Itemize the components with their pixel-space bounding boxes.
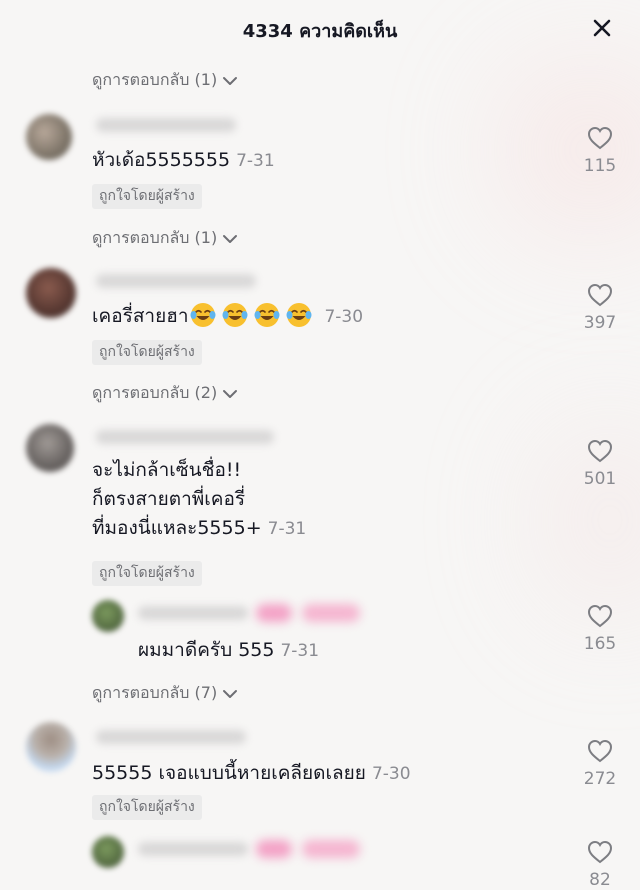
liked-by-creator-badge: ถูกใจโดยผู้สร้าง [92, 561, 202, 586]
username-blurred [96, 730, 246, 744]
comment-line: ที่มองนี่แหละ5555+ [92, 517, 262, 539]
like-count: 165 [583, 634, 617, 654]
comments-header: 4334 ความคิดเห็น [0, 0, 640, 56]
comment-line: จะไม่กล้าเซ็นชื่อ!! [92, 459, 242, 481]
view-replies-label: ดูการตอบกลับ (2) [92, 383, 218, 402]
view-replies-link[interactable]: ดูการตอบกลับ (1) [92, 226, 239, 251]
like-count: 501 [583, 469, 617, 489]
comment-text: เคอรี่สายฮา 7-30 [92, 302, 363, 332]
view-replies-label: ดูการตอบกลับ (7) [92, 683, 218, 702]
blurred-badge [256, 604, 292, 622]
view-replies-link[interactable]: ดูการตอบกลับ (7) [92, 681, 239, 706]
username-blurred [138, 842, 248, 856]
close-button[interactable] [590, 16, 614, 40]
avatar[interactable] [26, 114, 72, 160]
chevron-down-icon [223, 234, 238, 243]
comment-body: เคอรี่สายฮา [92, 305, 189, 327]
like-button[interactable]: 272 [578, 739, 622, 789]
like-button[interactable]: 501 [578, 439, 622, 489]
comments-count-title: 4334 ความคิดเห็น [242, 21, 398, 42]
comment-date: 7-31 [267, 519, 307, 539]
like-button[interactable]: 165 [578, 604, 622, 654]
like-button[interactable]: 82 [578, 840, 622, 890]
comment-date: 7-31 [236, 151, 275, 171]
avatar[interactable] [26, 268, 76, 318]
comment-body: หัวเด้อ5555555 [92, 149, 231, 171]
comment-date: 7-31 [280, 641, 320, 661]
blurred-badge [302, 840, 360, 858]
like-button[interactable]: 397 [578, 283, 622, 333]
face-with-tears-of-joy-emoji [190, 303, 216, 327]
chevron-down-icon [223, 389, 238, 398]
blurred-badge [256, 840, 292, 858]
heart-outline-icon [587, 604, 613, 628]
chevron-down-icon [223, 76, 238, 85]
comment-text: จะไม่กล้าเซ็นชื่อ!! ก็ตรงสายตาพี่เคอรี่ … [92, 456, 306, 544]
username-blurred [96, 274, 256, 288]
liked-by-creator-badge: ถูกใจโดยผู้สร้าง [92, 795, 202, 820]
comment-body: ผมมาดีครับ 555 [138, 639, 275, 661]
reply-text: ผมมาดีครับ 555 7-31 [138, 636, 319, 666]
chevron-down-icon [223, 689, 238, 698]
like-count: 272 [583, 769, 617, 789]
liked-by-creator-badge: ถูกใจโดยผู้สร้าง [92, 340, 202, 365]
heart-outline-icon [587, 739, 613, 763]
like-count: 115 [583, 156, 617, 176]
close-icon [593, 19, 611, 37]
face-with-tears-of-joy-emoji [286, 303, 312, 327]
heart-outline-icon [587, 126, 613, 150]
liked-by-creator-badge: ถูกใจโดยผู้สร้าง [92, 184, 202, 209]
view-replies-label: ดูการตอบกลับ (1) [92, 228, 218, 247]
username-blurred [96, 430, 274, 444]
heart-outline-icon [587, 840, 613, 864]
comment-date: 7-30 [371, 764, 411, 784]
face-with-tears-of-joy-emoji [222, 303, 248, 327]
username-blurred [96, 118, 236, 132]
like-count: 82 [589, 870, 611, 890]
face-with-tears-of-joy-emoji [254, 303, 280, 327]
comment-text: 55555 เจอแบบนี้หายเคลียดเลยย 7-30 [92, 759, 411, 789]
avatar[interactable] [26, 722, 76, 772]
blurred-badge [302, 604, 360, 622]
view-replies-link[interactable]: ดูการตอบกลับ (1) [92, 68, 239, 93]
view-replies-label: ดูการตอบกลับ (1) [92, 70, 218, 89]
like-count: 397 [583, 313, 617, 333]
reply-avatar[interactable] [92, 836, 124, 868]
comment-date: 7-30 [324, 307, 364, 327]
like-button[interactable]: 115 [578, 126, 622, 176]
reply-avatar[interactable] [92, 600, 124, 632]
view-replies-link[interactable]: ดูการตอบกลับ (2) [92, 381, 239, 406]
comment-line: ก็ตรงสายตาพี่เคอรี่ [92, 488, 246, 510]
heart-outline-icon [587, 283, 613, 307]
comment-text: หัวเด้อ5555555 7-31 [92, 146, 275, 176]
avatar[interactable] [26, 424, 74, 472]
username-blurred [138, 606, 248, 620]
heart-outline-icon [587, 439, 613, 463]
comment-body: 55555 เจอแบบนี้หายเคลียดเลยย [92, 762, 366, 784]
